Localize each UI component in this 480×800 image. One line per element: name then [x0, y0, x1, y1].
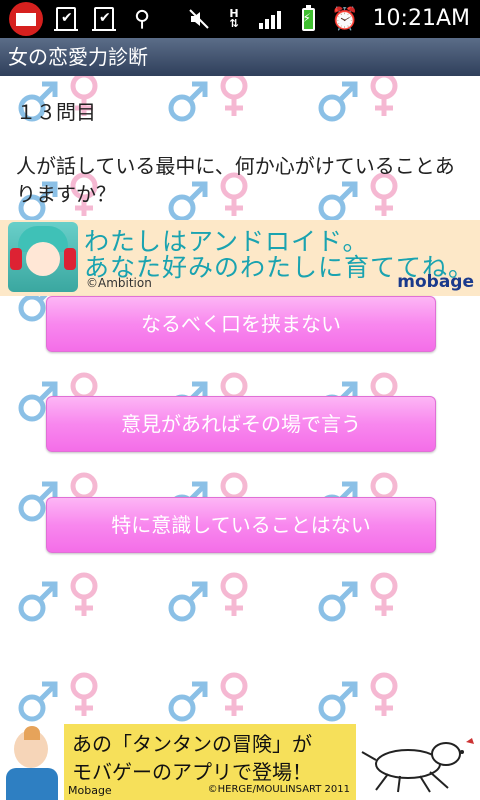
- female-symbol-icon: [223, 76, 245, 116]
- answer-button-1[interactable]: なるべく口を挟まない: [46, 296, 436, 352]
- alarm-icon: ⏰: [331, 6, 359, 32]
- female-symbol-icon: [73, 675, 95, 716]
- female-symbol-icon: [223, 675, 245, 716]
- question-text: 人が話している最中に、何か心がけていることありますか？: [16, 154, 455, 206]
- task-done-icon: [90, 0, 118, 38]
- female-symbol-icon: [73, 575, 95, 616]
- bottom-ad-headline: あの「タンタンの冒険」が: [72, 732, 312, 756]
- bottom-ad-text-panel: あの「タンタンの冒険」が モバゲーのアプリで登場！ Mobage ©HERGE/…: [64, 724, 356, 800]
- male-symbol-icon: [321, 584, 355, 619]
- male-symbol-icon: [21, 684, 55, 719]
- mute-icon: [184, 0, 214, 38]
- status-time: 10:21AM: [372, 6, 470, 31]
- bottom-ad-banner[interactable]: あの「タンタンの冒険」が モバゲーのアプリで登場！ Mobage ©HERGE/…: [0, 724, 480, 800]
- male-symbol-icon: [171, 684, 205, 719]
- ad-character-image: [8, 222, 78, 292]
- female-symbol-icon: [373, 675, 395, 716]
- question-number: １３問目: [16, 100, 96, 124]
- quiz-content[interactable]: １３問目 人が話している最中に、何か心がけていることありますか？ わたしはアンド…: [0, 76, 480, 724]
- bottom-ad-brand: Mobage: [68, 784, 112, 797]
- signal-icon: [256, 0, 284, 38]
- tintin-character-image: [0, 724, 64, 800]
- data-transfer-icon: H ⇅: [229, 7, 239, 30]
- male-symbol-icon: [321, 84, 355, 119]
- ad-credit: ©Ambition: [86, 276, 152, 290]
- female-symbol-icon: [373, 575, 395, 616]
- answer-button-3[interactable]: 特に意識していることはない: [46, 497, 436, 553]
- status-bar: ⚲ H⇅ ⏰ 10:21AM: [0, 0, 480, 38]
- female-symbol-icon: [373, 76, 395, 116]
- answer-button-2[interactable]: 意見があればその場で言う: [46, 396, 436, 452]
- battery-charging-icon: [296, 0, 320, 38]
- male-symbol-icon: [171, 584, 205, 619]
- male-symbol-icon: [171, 84, 205, 119]
- male-symbol-icon: [21, 584, 55, 619]
- female-symbol-icon: [223, 575, 245, 616]
- gmail-icon: [6, 0, 46, 38]
- usb-icon: ⚲: [133, 6, 151, 32]
- task-done-icon: [52, 0, 80, 38]
- app-title: 女の恋愛力診断: [8, 45, 148, 69]
- male-symbol-icon: [321, 684, 355, 719]
- snowy-dog-image: [361, 738, 474, 793]
- ad-brand-logo: mobage: [397, 272, 474, 292]
- app-title-bar: 女の恋愛力診断: [0, 38, 480, 76]
- bottom-ad-subline: モバゲーのアプリで登場！: [72, 760, 312, 784]
- app-ad-banner[interactable]: わたしはアンドロイド。 あなた好みのわたしに育ててね。 ©Ambition mo…: [0, 220, 480, 296]
- bottom-ad-copyright: ©HERGE/MOULINSART 2011: [207, 784, 350, 795]
